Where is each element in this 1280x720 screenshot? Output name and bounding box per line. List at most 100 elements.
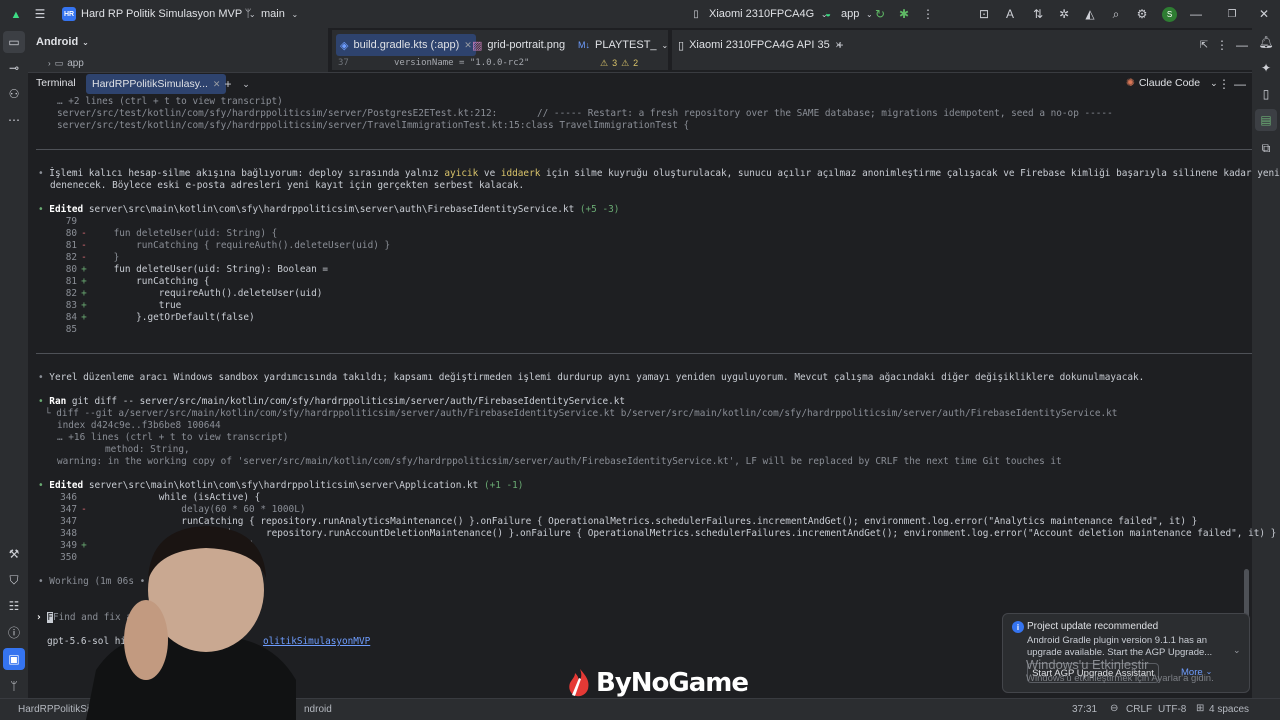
more-actions-icon[interactable]: ⋮ — [920, 6, 936, 22]
message-text: ve — [478, 168, 501, 179]
command-output: warning: in the working copy of 'server/… — [57, 456, 1062, 467]
commit-icon[interactable]: ⊸ — [6, 60, 22, 76]
hide-panel-icon[interactable]: — — [1232, 76, 1248, 92]
user-avatar[interactable]: S — [1162, 7, 1177, 22]
diff-code: }.getOrDefault(false) — [91, 312, 255, 323]
app-inspection-icon[interactable]: ⛉ — [6, 572, 22, 588]
build-hammer-icon[interactable]: ⚒ — [6, 546, 22, 562]
notification-title: Project update recommended — [1027, 621, 1159, 632]
editor-line-number: 37 — [338, 58, 349, 68]
project-view-label: Android — [36, 36, 79, 48]
android-studio-logo[interactable]: ▲ — [8, 7, 24, 23]
tree-node-app[interactable]: › ▭ app — [48, 58, 84, 69]
diff-row: 80 + fun deleteUser(uid: String): Boolean… — [57, 264, 328, 276]
message-text: İşlemi kalıcı hesap-silme akışına bağlıy… — [49, 168, 445, 179]
settings-gear-icon[interactable]: ⚙ — [1134, 6, 1150, 22]
problems-icon[interactable]: ⓘ — [6, 624, 22, 640]
tab-build-gradle[interactable]: ◈ build.gradle.kts (:app) ✕ — [336, 34, 476, 56]
output-line: server/src/test/kotlin/com/sfy/hardrppol… — [57, 120, 690, 131]
structure-icon[interactable]: ⚇ — [6, 86, 22, 102]
webcam-shoulders — [86, 638, 296, 720]
search-icon[interactable]: ⌕ — [1108, 6, 1124, 22]
terminal-header: Terminal HardRPPolitikSimulasy... ✕ + ⌄ … — [28, 73, 1252, 95]
tab-device-mirror[interactable]: ▯ Xiaomi 2310FPCA4G API 35 ✕ — [678, 34, 842, 56]
command-run: • Ran git diff -- server/src/main/kotlin… — [38, 396, 625, 408]
restore-window-icon[interactable]: ❐ — [1224, 6, 1240, 22]
tab-playtest[interactable]: M↓ PLAYTEST_ ⌄ — [578, 34, 668, 56]
open-external-icon[interactable]: ⇱ — [1196, 37, 1212, 53]
terminal-session-tab[interactable]: HardRPPolitikSimulasy... ✕ — [86, 74, 227, 94]
notifications-bell-icon[interactable]: 🔔︎ — [1258, 34, 1274, 50]
tab-label: PLAYTEST_ — [595, 39, 657, 51]
android-icon: ◒ — [824, 8, 832, 20]
inspection-widget[interactable]: ⚠ 3 ⚠ 2 — [600, 58, 638, 69]
close-window-icon[interactable]: ✕ — [1256, 6, 1272, 22]
diff-sign: - — [81, 228, 87, 239]
device-mirror-button[interactable]: ▤ — [1255, 109, 1277, 131]
diff-row: 81 + runCatching { — [57, 276, 210, 288]
gemini-icon[interactable]: ✦ — [1258, 60, 1274, 76]
run-config-selector[interactable]: ◒ app ⌄ — [820, 6, 874, 22]
device-explorer-icon[interactable]: ⧉ — [1258, 140, 1274, 156]
sync-icon[interactable]: ⇅ — [1030, 6, 1046, 22]
logcat-icon[interactable]: ☷ — [6, 598, 22, 614]
project-tool-button[interactable]: ▭ — [3, 31, 25, 53]
highlight-name: ayicik — [444, 168, 479, 179]
indent-setting[interactable]: 4 spaces — [1209, 704, 1249, 715]
device-selector[interactable]: ▯ Xiaomi 2310FPCA4G ⌄ — [688, 6, 829, 22]
project-selector[interactable]: HR Hard RP Politik Simulasyon MVP ⌄ — [62, 6, 257, 22]
add-device-tab-icon[interactable]: + — [832, 37, 848, 53]
plugin-icon[interactable]: ✲ — [1056, 6, 1072, 22]
folder-icon: ▭ — [8, 35, 20, 49]
cursor-position[interactable]: 37:31 — [1072, 704, 1097, 715]
session-tab-label: HardRPPolitikSimulasy... — [92, 78, 208, 90]
minimize-window-icon[interactable]: — — [1188, 6, 1204, 22]
ran-label: Ran — [49, 396, 67, 407]
status-project[interactable]: HardRPPolitikSi — [18, 704, 89, 715]
info-icon: i — [1012, 621, 1024, 633]
phone-icon: ▯ — [693, 8, 699, 20]
android-logo-icon: ▲ — [10, 9, 22, 21]
expand-icon[interactable]: ⌄ — [1233, 645, 1241, 656]
separator — [36, 149, 1252, 150]
running-devices-icon[interactable]: ▯ — [1258, 86, 1274, 102]
new-terminal-icon[interactable]: + — [220, 76, 236, 92]
terminal-tool-button[interactable]: ▣ — [3, 648, 25, 670]
diff-line-number: 82 — [65, 252, 77, 263]
close-tab-icon[interactable]: ✕ — [464, 40, 472, 51]
edit-stats: (+1 -1) — [483, 480, 524, 491]
branch-selector[interactable]: ᛘ main ⌄ — [240, 6, 300, 22]
device-tabs: ▯ Xiaomi 2310FPCA4G API 35 ✕ + ⇱ ⋮ — — [672, 30, 1252, 70]
tab-grid-portrait[interactable]: ▨ grid-portrait.png — [472, 34, 565, 56]
chevron-down-icon[interactable]: ⌄ — [662, 41, 669, 50]
diff-code: delay(60 * 60 * 1000L) — [91, 504, 306, 515]
device-manager-icon[interactable]: ⊡ — [976, 6, 992, 22]
hide-panel-icon[interactable]: — — [1234, 37, 1250, 53]
readonly-lock-icon[interactable]: ⊖ — [1110, 703, 1118, 714]
bullet-dot: • — [38, 480, 50, 491]
translate-icon[interactable]: A — [1002, 6, 1018, 22]
diff-row: 84 + }.getOrDefault(false) — [57, 312, 255, 324]
diff-code: fun deleteUser(uid: String) { — [91, 228, 278, 239]
more-tools-icon[interactable]: ⋯ — [6, 112, 22, 128]
line-separator[interactable]: CRLF — [1126, 704, 1152, 715]
diff-row: 79 — [57, 216, 91, 228]
gradle-icon[interactable]: ◭ — [1082, 6, 1098, 22]
rerun-icon[interactable]: ↻ — [872, 6, 888, 22]
command-output: index d424c9e..f3b6be8 100644 — [57, 420, 221, 431]
diff-sign: + — [81, 312, 87, 323]
file-encoding[interactable]: UTF-8 — [1158, 704, 1186, 715]
version-control-icon[interactable]: ᛘ — [6, 678, 22, 694]
diff-line-number: 346 — [60, 492, 77, 503]
more-options-icon[interactable]: ⋮ — [1216, 76, 1232, 92]
chevron-down-icon[interactable]: ⌄ — [238, 76, 254, 92]
project-view-selector[interactable]: Android ⌄ — [36, 36, 89, 48]
status-module[interactable]: ndroid — [304, 704, 332, 715]
more-options-icon[interactable]: ⋮ — [1214, 37, 1230, 53]
command-output: └ diff --git a/server/src/main/kotlin/co… — [45, 408, 1118, 419]
device-mirror-icon: ▤ — [1260, 113, 1272, 127]
claude-code-plugin[interactable]: ✺ Claude Code ⌄ — [1126, 77, 1218, 89]
main-menu-button[interactable]: ☰ — [32, 6, 48, 22]
debug-icon[interactable]: ✱ — [896, 6, 912, 22]
tab-label: build.gradle.kts (:app) — [353, 39, 460, 51]
